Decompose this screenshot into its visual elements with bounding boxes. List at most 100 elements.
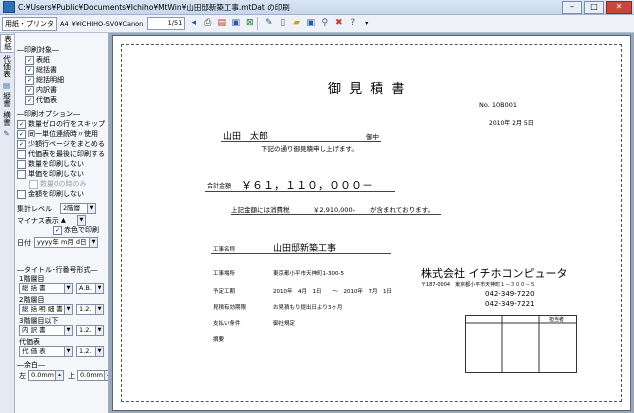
chevron-down-icon[interactable]: ▼ [65, 346, 73, 357]
left-margin-label: 左 [19, 371, 26, 380]
date-row: 日付 yyyy年 m月 d日 ▼ [17, 237, 98, 248]
daika-title-input[interactable]: 代 価 表 [19, 346, 65, 357]
level1-row: 総 括 書 ▼ A.B. ▼ [19, 283, 104, 294]
target-label: 代価表 [36, 96, 57, 104]
delete-icon[interactable]: ✖ [333, 18, 344, 29]
chevron-down-icon[interactable]: ▼ [88, 203, 96, 214]
option-row[interactable]: ✓ 同一単位連続時〃使用 [17, 129, 98, 139]
checkbox[interactable]: ✓ [25, 75, 34, 85]
chevron-down-icon[interactable]: ▼ [96, 283, 104, 294]
zoom-icon[interactable]: ⚲ [319, 18, 330, 29]
tab-daika[interactable]: 代価表 [0, 55, 13, 80]
target-summary[interactable]: ✓ 総括書 [25, 65, 57, 75]
option-row[interactable]: ✓ 少額行ページをまとめる [17, 139, 105, 149]
options-panel: ―印刷対象― ✓ 表紙 ✓ 総括書 ✓ 総括明細 ✓ 内訳書 ✓ 代価表 ―印刷オプション… [15, 33, 109, 413]
target-cover[interactable]: ✓ 表紙 [25, 55, 50, 65]
option-row[interactable]: 代価表を最後に印刷する [17, 149, 105, 159]
company-name: 株式会社 イチホコンピュータ [421, 267, 568, 280]
red-print-option[interactable]: ✓ 赤色で印刷 [53, 225, 99, 235]
tab-vertical[interactable]: 縦書 [0, 92, 13, 109]
level1-number-select[interactable]: A.B. [76, 283, 96, 294]
chevron-down-icon[interactable]: ▼ [65, 304, 73, 315]
tab-vertical-label: 縦書 [2, 91, 12, 107]
total-level-select[interactable]: 2階層 [60, 203, 88, 214]
no-amount-option[interactable]: 金額を印刷しない [17, 189, 84, 199]
level2-number-select[interactable]: 1.2. [76, 304, 96, 315]
page-indicator[interactable]: 1/51 [147, 17, 186, 30]
maximize-button[interactable]: □ [584, 1, 604, 14]
paper-printer-button[interactable]: 用紙・プリンタ [2, 16, 57, 31]
save-icon[interactable]: ▣ [230, 18, 241, 29]
margin-label: 余白 [24, 361, 38, 369]
prev-page-icon[interactable]: ◂ [188, 18, 199, 29]
print-settings-icon[interactable]: ▤ [0, 81, 13, 90]
minimize-button[interactable]: – [562, 1, 582, 14]
pen-icon[interactable]: ✎ [263, 18, 274, 29]
target-label: 総括書 [36, 66, 57, 74]
level2-title-input[interactable]: 総 括 明 細 書 [19, 304, 65, 315]
open-folder-icon[interactable]: ▰ [291, 18, 302, 29]
level3-number-select[interactable]: 1.2. [76, 325, 96, 336]
checkbox[interactable] [17, 169, 26, 179]
target-breakdown[interactable]: ✓ 内訳書 [25, 85, 57, 95]
checkbox[interactable]: ✓ [25, 85, 34, 95]
checkbox[interactable]: ✓ [17, 119, 26, 129]
checkbox[interactable]: ✓ [25, 65, 34, 75]
option-row[interactable]: 数量を印刷しない [17, 159, 84, 169]
tab-cover[interactable]: 表紙 [0, 34, 14, 53]
tax-underline [231, 214, 441, 215]
target-summary-detail[interactable]: ✓ 総括明細 [25, 75, 64, 85]
tax-amount: ￥2,910,000- [313, 206, 355, 214]
chevron-down-icon[interactable]: ▼ [65, 325, 73, 336]
daika-row: 代 価 表 ▼ 1.2. ▼ [19, 346, 104, 357]
checkbox[interactable]: ✓ [25, 95, 34, 105]
minus-select[interactable]: ▲ [59, 216, 77, 225]
row-value: 東京都小平市天神町1-300-5 [273, 271, 344, 277]
top-margin-input[interactable]: 0.0mm [77, 370, 105, 381]
checkbox[interactable]: ✓ [17, 139, 26, 149]
checkbox[interactable]: ✓ [53, 225, 62, 235]
chevron-down-icon[interactable]: ▼ [65, 283, 73, 294]
side-tabs: 表紙 代価表 ▤ 縦書 横書 ✎ [0, 33, 15, 413]
save-file-icon[interactable]: ▣ [305, 18, 316, 29]
row-label: 予定工期 [213, 289, 236, 295]
honorific: 御中 [366, 133, 379, 141]
chevron-down-icon[interactable]: ▼ [90, 237, 98, 248]
checkbox[interactable]: ✓ [17, 129, 26, 139]
target-label: 総括明細 [36, 76, 64, 84]
chevron-down-icon[interactable]: ▼ [96, 325, 104, 336]
total-level-row: 集計レベル 2階層 ▼ [17, 203, 96, 214]
level3-title-input[interactable]: 内 訳 書 [19, 325, 65, 336]
stamp-box [465, 315, 577, 373]
paper-size-label: A4 [60, 19, 69, 28]
option-row[interactable]: 単価を印刷しない [17, 169, 84, 179]
dropdown-arrow-icon[interactable]: ▾ [361, 18, 372, 29]
checkbox[interactable] [17, 189, 26, 199]
tab-horizontal[interactable]: 横書 [0, 111, 13, 128]
target-daika[interactable]: ✓ 代価表 [25, 95, 57, 105]
daika-number-select[interactable]: 1.2. [76, 346, 96, 357]
edit-icon[interactable]: ✎ [0, 129, 13, 138]
checkbox[interactable] [17, 159, 26, 169]
close-button[interactable]: ✕ [606, 1, 632, 14]
print-icon[interactable]: ⎙ [202, 18, 213, 29]
qty-zero-only[interactable]: 数量0の時のみ [29, 179, 86, 189]
preview-page[interactable]: 御 見 積 書 No. 10B001 2010年 2月 5日 山田 太郎 御中 … [112, 35, 631, 411]
left-margin-input[interactable]: 0.0mm [28, 370, 56, 381]
date-format-select[interactable]: yyyy年 m月 d日 [34, 237, 90, 248]
pdf-icon[interactable]: ▤ [216, 18, 227, 29]
checkbox[interactable]: ✓ [25, 55, 34, 65]
excel-icon[interactable]: ⊠ [244, 18, 255, 29]
spin-icon[interactable]: ▴ [56, 370, 64, 381]
checkbox[interactable] [29, 179, 38, 189]
company-fax: 042-349-7221 [485, 300, 535, 308]
help-icon[interactable]: ? [347, 18, 358, 29]
chevron-down-icon[interactable]: ▼ [96, 346, 104, 357]
new-file-icon[interactable]: ▯ [277, 18, 288, 29]
checkbox[interactable] [17, 149, 26, 159]
option-row[interactable]: ✓ 数量ゼロの行をスキップ [17, 119, 105, 129]
level1-title-input[interactable]: 総 括 書 [19, 283, 65, 294]
doc-number: No. 10B001 [479, 101, 517, 109]
tab-horizontal-label: 横書 [2, 110, 12, 126]
chevron-down-icon[interactable]: ▼ [96, 304, 104, 315]
